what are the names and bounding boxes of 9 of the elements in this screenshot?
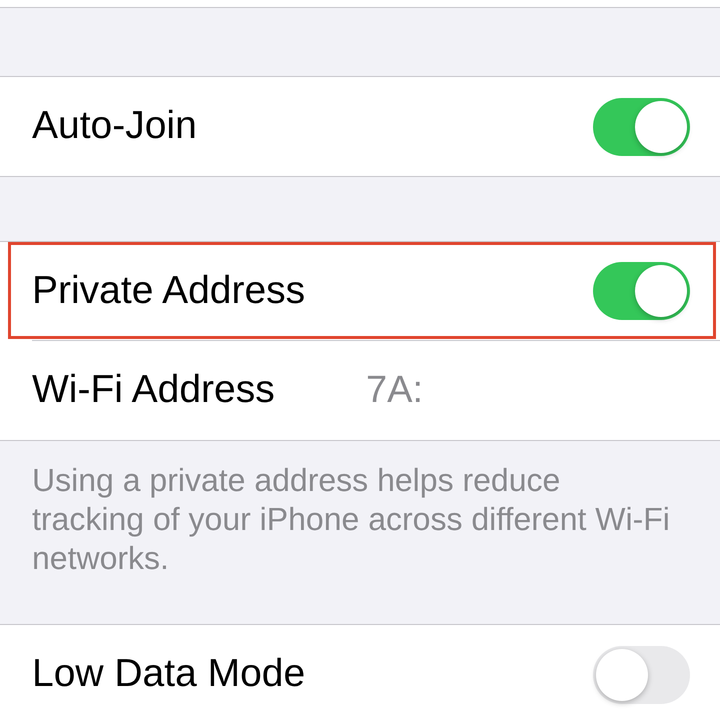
footer-text: Using a private address helps reduce tracking of your iPhone across different Wi-Fi networks. [32,461,671,578]
toggle-switch[interactable] [593,646,690,704]
toggle-switch[interactable] [593,98,690,156]
row-label: Private Address [32,268,306,314]
row-value: 7A: [366,368,424,413]
toggle-switch[interactable] [593,262,690,320]
row-label: Auto-Join [32,103,198,150]
row-label: Wi-Fi Address [32,367,276,414]
row-label: Low Data Mode [32,651,306,698]
